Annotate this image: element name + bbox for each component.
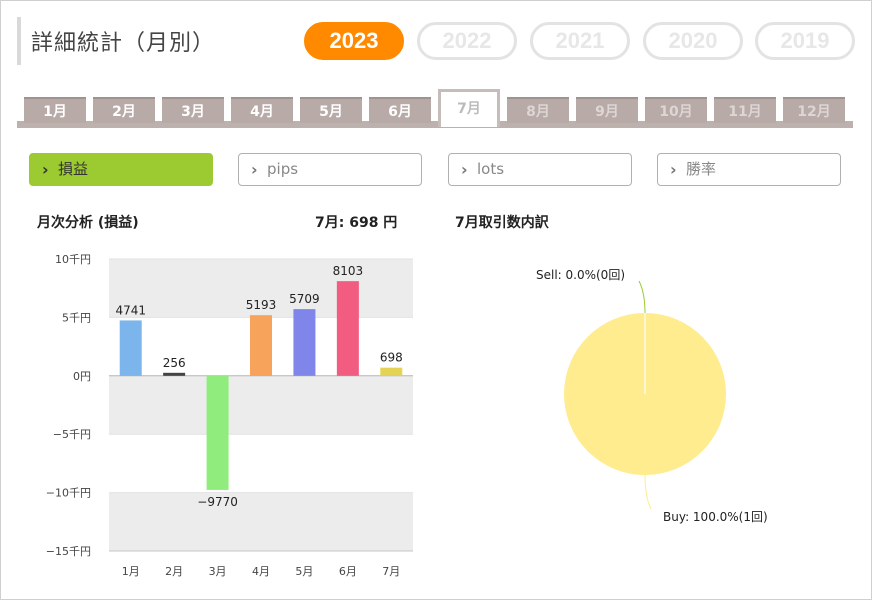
year-tab-0[interactable]: 2023: [304, 22, 404, 60]
data-label: 5193: [246, 298, 277, 312]
year-tab-2[interactable]: 2021: [530, 22, 630, 60]
bar: [380, 367, 403, 376]
month-tab-5[interactable]: 5月: [300, 97, 362, 123]
trade-breakdown-title: 7月取引数内訳: [455, 215, 549, 231]
year-tab-1[interactable]: 2022: [417, 22, 517, 60]
metric-button-pips[interactable]: › pips: [238, 153, 422, 186]
buy-connector: [644, 474, 652, 510]
title-accent-bar: [17, 17, 21, 65]
chevron-right-icon: ›: [42, 160, 49, 179]
metric-button-lots[interactable]: › lots: [448, 153, 632, 186]
trade-breakdown-pie-chart: Sell: 0.0%(0回) Buy: 100.0%(1回): [536, 268, 768, 524]
monthly-chart-title: 月次分析 (損益): [37, 215, 139, 231]
chevron-right-icon: ›: [461, 160, 468, 179]
data-label: 5709: [289, 292, 320, 306]
month-tab-8[interactable]: 8月: [507, 97, 569, 123]
grid-band: [109, 492, 413, 551]
year-tab-3[interactable]: 2020: [643, 22, 743, 60]
bar: [293, 309, 316, 376]
data-label: 698: [380, 351, 403, 365]
data-label: −9770: [197, 495, 238, 509]
y-tick-label: −15千円: [46, 545, 91, 558]
y-tick-label: 0円: [73, 370, 91, 383]
data-label: 256: [163, 356, 186, 370]
data-label: 8103: [333, 264, 364, 278]
metric-label: 損益: [58, 160, 89, 178]
month-tab-12[interactable]: 12月: [783, 97, 845, 123]
x-tick-label: 3月: [209, 565, 227, 578]
year-tab-4[interactable]: 2019: [755, 22, 855, 60]
chevron-right-icon: ›: [251, 160, 258, 179]
x-tick-label: 7月: [382, 565, 400, 578]
month-tab-1[interactable]: 1月: [24, 97, 86, 123]
x-tick-label: 4月: [252, 565, 270, 578]
bar: [163, 372, 186, 376]
y-tick-label: −5千円: [53, 428, 91, 441]
buy-label: Buy: 100.0%(1回): [663, 510, 768, 524]
y-tick-label: 10千円: [55, 253, 91, 266]
grid-band: [109, 375, 413, 435]
metric-button-profit[interactable]: › 損益: [29, 153, 213, 186]
metric-label: lots: [477, 160, 505, 178]
month-tab-7[interactable]: 7月: [438, 89, 500, 127]
metric-label: pips: [267, 160, 299, 178]
month-tab-11[interactable]: 11月: [714, 97, 776, 123]
page-title: 詳細統計（月別）: [31, 31, 216, 56]
month-tab-3[interactable]: 3月: [162, 97, 224, 123]
monthly-summary: 7月: 698 円: [315, 215, 398, 231]
bar: [250, 315, 272, 376]
y-tick-label: −10千円: [46, 487, 91, 500]
sell-label: Sell: 0.0%(0回): [536, 268, 625, 282]
month-tab-9[interactable]: 9月: [576, 97, 638, 123]
x-tick-label: 6月: [339, 565, 357, 578]
chevron-right-icon: ›: [670, 160, 677, 179]
y-tick-label: 5千円: [62, 311, 91, 324]
bar: [336, 281, 359, 376]
month-tab-2[interactable]: 2月: [93, 97, 155, 123]
statistics-panel: 詳細統計（月別） 2023 2022 2021 2020 2019 1月 2月 …: [0, 0, 872, 600]
x-tick-label: 1月: [122, 565, 140, 578]
month-tab-10[interactable]: 10月: [645, 97, 707, 123]
bar: [206, 375, 229, 490]
metric-label: 勝率: [686, 160, 717, 178]
monthly-profit-bar-chart: 10千円 5千円 0円 −5千円 −10千円 −15千円 4741 1月 256 2月 −9770 3…: [46, 253, 413, 578]
x-tick-label: 5月: [295, 565, 313, 578]
x-tick-label: 2月: [165, 565, 183, 578]
metric-button-winrate[interactable]: › 勝率: [657, 153, 841, 186]
bar: [119, 320, 142, 376]
sell-connector: [638, 280, 646, 314]
data-label: 4741: [115, 303, 146, 317]
month-tab-6[interactable]: 6月: [369, 97, 431, 123]
month-tab-4[interactable]: 4月: [231, 97, 293, 123]
